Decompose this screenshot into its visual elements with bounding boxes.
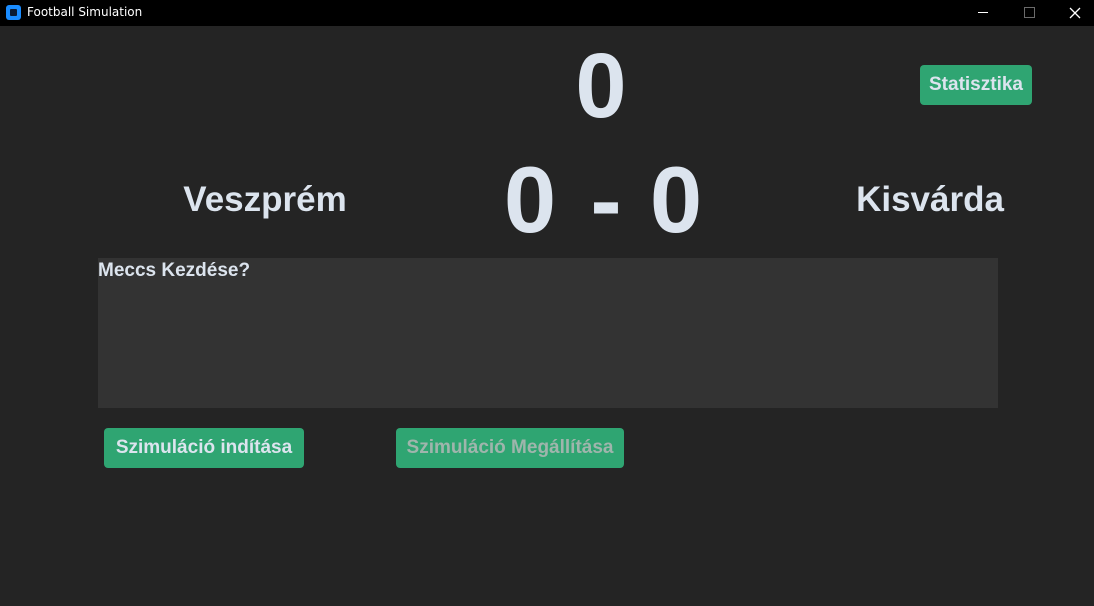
title-bar[interactable]: Football Simulation [0,0,1094,26]
close-icon[interactable] [1052,0,1094,26]
match-timer: 0 [575,35,627,137]
commentary-textbox[interactable]: Meccs Kezdése? [98,258,998,408]
maximize-icon[interactable] [1006,0,1052,26]
start-simulation-button[interactable]: Szimuláció indítása [104,428,304,468]
home-score: 0 [503,147,557,252]
app-icon [6,5,21,20]
statistics-button[interactable]: Statisztika [920,65,1032,105]
app-window: Football Simulation 0 Statisztika Veszpr… [0,0,1094,606]
window-title: Football Simulation [27,5,143,19]
score-separator: - [590,147,622,252]
minimize-icon[interactable] [960,0,1006,26]
away-score: 0 [649,147,703,252]
away-team-name: Kisvárda [856,180,1004,219]
stop-simulation-button[interactable]: Szimuláció Megállítása [396,428,624,468]
home-team-name: Veszprém [183,180,347,219]
